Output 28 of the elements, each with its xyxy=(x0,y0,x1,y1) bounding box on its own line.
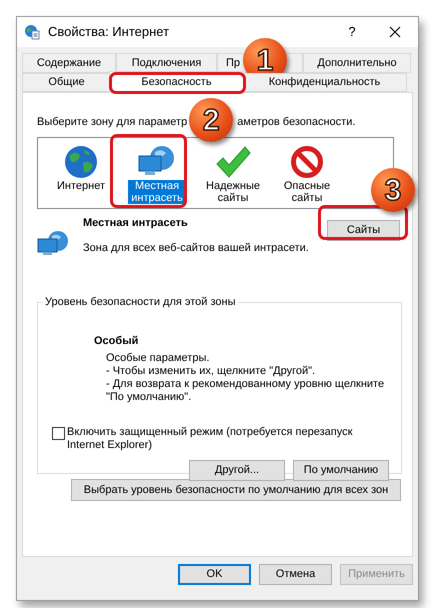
tab[interactable]: Содержание xyxy=(22,53,116,73)
instruction-text: аметров безопасности. xyxy=(237,114,356,130)
cancel-button[interactable]: Отмена xyxy=(259,564,332,585)
reset-all-zones-button[interactable]: Выбрать уровень безопасности по умолчанию для всех зон xyxy=(71,479,401,501)
level-name: Особый xyxy=(94,334,140,349)
zone-item[interactable]: Опасные сайты xyxy=(278,180,336,204)
description-line: - Для возврата к рекомендованному уровню щелкните "По умолчанию". xyxy=(106,378,386,404)
tab[interactable]: Подключения xyxy=(116,53,217,73)
window-title: Свойства: Интернет xyxy=(48,23,170,42)
zone-item[interactable]: Надежные сайты xyxy=(204,180,262,204)
help-button[interactable]: ? xyxy=(332,18,372,46)
tab[interactable]: Конфиденциальность xyxy=(242,73,407,92)
description-line: - Чтобы изменить их, щелкните "Другой". xyxy=(106,364,316,378)
default-level-button[interactable]: По умолчанию xyxy=(293,460,389,480)
checkbox-label: Включить защищенный режим (потребуется перезапуск Internet Explorer) xyxy=(67,426,354,452)
description-line: Особые параметры. xyxy=(106,352,210,364)
callout-number: 2 xyxy=(189,98,234,142)
tab[interactable]: Пр xyxy=(217,53,243,73)
zone-title: Местная интрасеть xyxy=(83,216,189,231)
zone-description: Зона для всех веб-сайтов вашей интрасети. xyxy=(83,240,309,256)
zone-item[interactable]: Местная интрасеть xyxy=(128,180,186,204)
group-legend: Уровень безопасности для этой зоны xyxy=(43,294,238,310)
instruction-text: Выберите зону для параметр xyxy=(37,114,188,130)
custom-level-button[interactable]: Другой... xyxy=(189,460,285,480)
zone-item[interactable]: Интернет xyxy=(52,180,110,192)
ok-button[interactable]: OK xyxy=(178,564,251,585)
tab[interactable]: Общие xyxy=(22,73,111,92)
tab[interactable]: Дополнительно xyxy=(303,53,411,73)
